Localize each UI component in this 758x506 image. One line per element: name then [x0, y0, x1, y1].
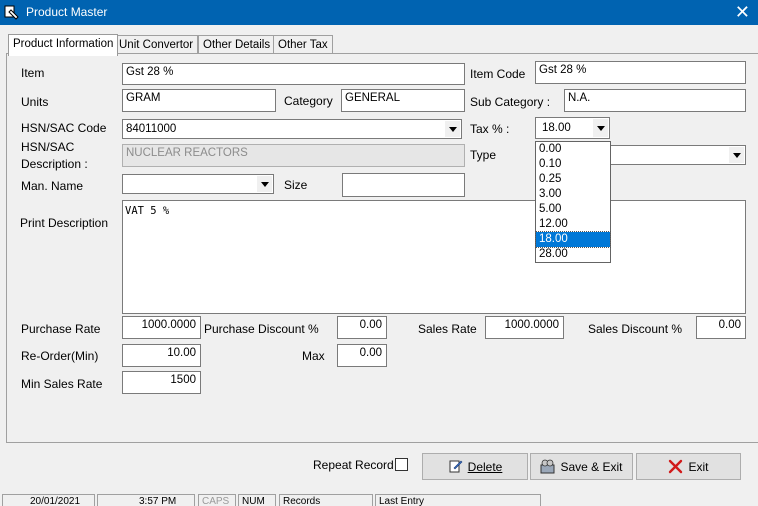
sales-rate-input[interactable]: 1000.0000	[485, 316, 564, 339]
sales-discount-label: Sales Discount %	[588, 322, 683, 336]
man-name-combo[interactable]	[122, 174, 274, 194]
save-exit-button[interactable]: Save & Exit	[530, 453, 633, 480]
tax-option[interactable]: 12.00	[536, 217, 610, 232]
units-label: Units	[21, 95, 49, 109]
hsn-desc-label-line1: HSN/SAC	[21, 140, 75, 154]
tab-other-tax[interactable]: Other Tax	[273, 35, 333, 54]
exit-x-icon	[669, 459, 683, 474]
tax-combo[interactable]: 18.00	[535, 117, 610, 139]
sales-rate-label: Sales Rate	[418, 322, 477, 336]
chevron-down-icon[interactable]	[445, 121, 460, 137]
tax-option[interactable]: 3.00	[536, 187, 610, 202]
hsn-combo[interactable]: 84011000	[122, 119, 462, 139]
tax-value: 18.00	[542, 122, 571, 134]
tax-option[interactable]: 0.25	[536, 172, 610, 187]
tab-other-details[interactable]: Other Details	[198, 35, 276, 54]
status-num: NUM	[238, 494, 276, 506]
purchase-rate-label: Purchase Rate	[21, 322, 101, 336]
delete-icon	[449, 460, 463, 473]
repeat-record-checkbox[interactable]	[395, 458, 408, 471]
item-label: Item	[21, 66, 45, 80]
status-bar: 20/01/2021 3:57 PM CAPS NUM Records Last…	[0, 494, 758, 506]
chevron-down-icon[interactable]	[593, 119, 608, 137]
delete-label: Delete	[467, 459, 503, 474]
item-code-input[interactable]: Gst 28 %	[535, 61, 746, 84]
exit-label: Exit	[688, 459, 709, 474]
status-records: Records	[279, 494, 373, 506]
tax-option[interactable]: 18.00	[535, 231, 611, 248]
delete-button[interactable]: Delete	[422, 453, 528, 480]
app-icon	[4, 5, 19, 20]
tax-option[interactable]: 5.00	[536, 202, 610, 217]
min-sales-rate-input[interactable]: 1500	[122, 371, 201, 394]
title-bar: Product Master ✕	[0, 0, 758, 25]
sub-category-input[interactable]: N.A.	[564, 89, 746, 112]
sales-discount-input[interactable]: 0.00	[696, 316, 746, 339]
chevron-down-icon[interactable]	[257, 176, 272, 192]
size-label: Size	[284, 178, 308, 192]
repeat-record-label: Repeat Record	[313, 458, 394, 472]
tab-product-information[interactable]: Product Information	[8, 34, 119, 56]
tax-option[interactable]: 0.00	[536, 142, 610, 157]
size-input[interactable]	[342, 173, 465, 197]
window-title: Product Master	[26, 5, 108, 19]
status-caps: CAPS	[198, 494, 236, 506]
close-icon[interactable]: ✕	[735, 2, 750, 22]
tax-label: Tax % :	[470, 122, 510, 136]
tax-option[interactable]: 28.00	[536, 247, 610, 262]
hsn-desc-label-line2: Description :	[21, 157, 88, 171]
reorder-min-input[interactable]: 10.00	[122, 344, 201, 367]
tax-option[interactable]: 0.10	[536, 157, 610, 172]
save-icon	[540, 459, 555, 474]
print-description-label: Print Description	[20, 216, 109, 230]
type-label: Type	[470, 148, 497, 162]
category-label: Category	[284, 94, 333, 108]
sub-category-label: Sub Category :	[470, 95, 551, 109]
hsn-label: HSN/SAC Code	[21, 121, 107, 135]
purchase-rate-input[interactable]: 1000.0000	[122, 316, 201, 339]
hsn-description-input: NUCLEAR REACTORS	[122, 144, 465, 167]
category-input[interactable]: GENERAL	[341, 89, 465, 112]
exit-button[interactable]: Exit	[636, 453, 741, 480]
item-input[interactable]: Gst 28 %	[122, 63, 465, 85]
status-time: 3:57 PM	[97, 494, 195, 506]
purchase-discount-label: Purchase Discount %	[204, 322, 319, 336]
status-last-entry: Last Entry	[375, 494, 541, 506]
reorder-min-label: Re-Order(Min)	[21, 349, 99, 363]
tax-dropdown-list[interactable]: 0.00 0.10 0.25 3.00 5.00 12.00 18.00 28.00	[535, 141, 611, 263]
min-sales-rate-label: Min Sales Rate	[21, 377, 103, 391]
max-input[interactable]: 0.00	[337, 344, 387, 367]
chevron-down-icon[interactable]	[729, 147, 744, 163]
units-input[interactable]: GRAM	[122, 89, 276, 112]
save-exit-label: Save & Exit	[560, 459, 623, 474]
purchase-discount-input[interactable]: 0.00	[337, 316, 387, 339]
hsn-value: 84011000	[126, 123, 177, 135]
item-code-label: Item Code	[470, 67, 526, 81]
man-name-label: Man. Name	[21, 179, 84, 193]
max-label: Max	[302, 349, 325, 363]
status-date: 20/01/2021	[2, 494, 95, 506]
print-description-textarea[interactable]: VAT 5 %	[122, 200, 746, 314]
tab-unit-convertor[interactable]: Unit Convertor	[114, 35, 199, 54]
